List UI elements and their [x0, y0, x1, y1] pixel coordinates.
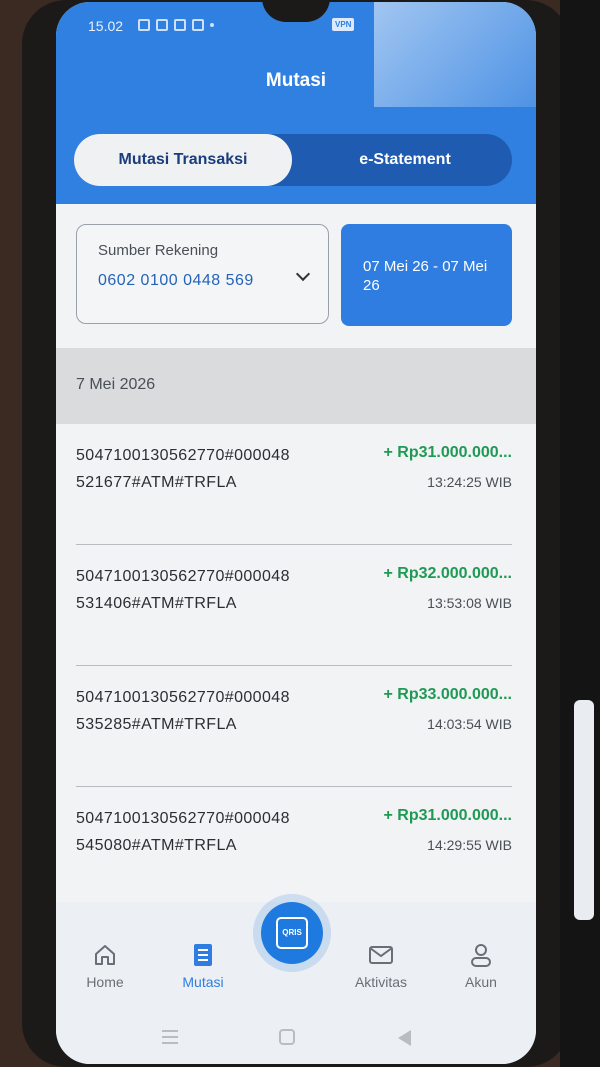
section-date: 7 Mei 2026	[76, 376, 156, 393]
notification-icons	[138, 19, 214, 31]
more-notifications-icon	[210, 23, 214, 27]
header: 15.02 VPN Mutasi Mutasi Transaksi e-Stat…	[56, 2, 536, 204]
transaction-time: 14:03:54 WIB	[427, 716, 512, 732]
date-section-header: 7 Mei 2026	[56, 348, 536, 424]
account-number: 0602 0100 0448 569	[98, 272, 254, 289]
home-button-icon[interactable]	[279, 1029, 295, 1045]
system-navigation-bar	[56, 1002, 536, 1064]
transaction-description: 5047100130562770#000048545080#ATM#TRFLA	[76, 810, 290, 854]
notification-icon	[174, 19, 186, 31]
transaction-description: 5047100130562770#000048535285#ATM#TRFLA	[76, 689, 290, 733]
user-icon	[471, 944, 491, 967]
nav-akun-label: Akun	[465, 974, 497, 990]
notification-icon	[192, 19, 204, 31]
nav-mutasi-label: Mutasi	[182, 974, 224, 990]
tab-bar: Mutasi Transaksi e-Statement	[74, 134, 512, 186]
transaction-row[interactable]: 5047100130562770#000048531406#ATM#TRFLA …	[76, 545, 512, 666]
status-time: 15.02	[88, 18, 124, 34]
qris-button[interactable]: QRIS	[261, 902, 323, 964]
transaction-amount: + Rp32.000.000...	[383, 565, 512, 582]
home-icon	[95, 945, 115, 965]
nav-home-label: Home	[86, 974, 124, 990]
nav-mutasi[interactable]: Mutasi	[158, 942, 248, 990]
qris-icon: QRIS	[276, 917, 308, 949]
transaction-description: 5047100130562770#000048531406#ATM#TRFLA	[76, 568, 290, 612]
app-screen: 15.02 VPN Mutasi Mutasi Transaksi e-Stat…	[56, 2, 536, 1064]
transaction-row[interactable]: 5047100130562770#000048545080#ATM#TRFLA …	[76, 787, 512, 908]
transaction-time: 14:29:55 WIB	[427, 837, 512, 853]
transaction-list: 5047100130562770#000048521677#ATM#TRFLA …	[56, 424, 536, 908]
vpn-badge: VPN	[332, 18, 355, 31]
recent-apps-icon[interactable]	[162, 1030, 178, 1048]
nav-aktivitas[interactable]: Aktivitas	[336, 942, 426, 990]
list-icon	[194, 944, 212, 966]
tab-mutasi-transaksi[interactable]: Mutasi Transaksi	[74, 134, 292, 186]
transaction-row[interactable]: 5047100130562770#000048521677#ATM#TRFLA …	[76, 424, 512, 545]
adjacent-device	[560, 0, 600, 1067]
transaction-row[interactable]: 5047100130562770#000048535285#ATM#TRFLA …	[76, 666, 512, 787]
tab-e-statement[interactable]: e-Statement	[298, 134, 512, 186]
transaction-time: 13:53:08 WIB	[427, 595, 512, 611]
nav-home[interactable]: Home	[60, 942, 150, 990]
transaction-time: 13:24:25 WIB	[427, 474, 512, 490]
mail-icon	[369, 946, 393, 964]
transaction-description: 5047100130562770#000048521677#ATM#TRFLA	[76, 447, 290, 491]
notification-icon	[138, 19, 150, 31]
transaction-amount: + Rp31.000.000...	[383, 807, 512, 824]
nav-aktivitas-label: Aktivitas	[354, 974, 408, 990]
page-title: Mutasi	[265, 70, 327, 91]
date-range-label: 07 Mei 26 - 07 Mei 26	[363, 258, 488, 294]
nav-akun[interactable]: Akun	[436, 942, 526, 990]
account-label: Sumber Rekening	[98, 242, 219, 259]
camera-notch	[262, 2, 330, 22]
back-icon[interactable]	[398, 1030, 411, 1046]
date-range-button[interactable]: 07 Mei 26 - 07 Mei 26	[341, 224, 512, 326]
notification-icon	[156, 19, 168, 31]
transaction-amount: + Rp31.000.000...	[383, 444, 512, 461]
transaction-amount: + Rp33.000.000...	[383, 686, 512, 703]
account-selector[interactable]: Sumber Rekening 0602 0100 0448 569	[76, 224, 329, 324]
chevron-down-icon	[295, 266, 311, 282]
